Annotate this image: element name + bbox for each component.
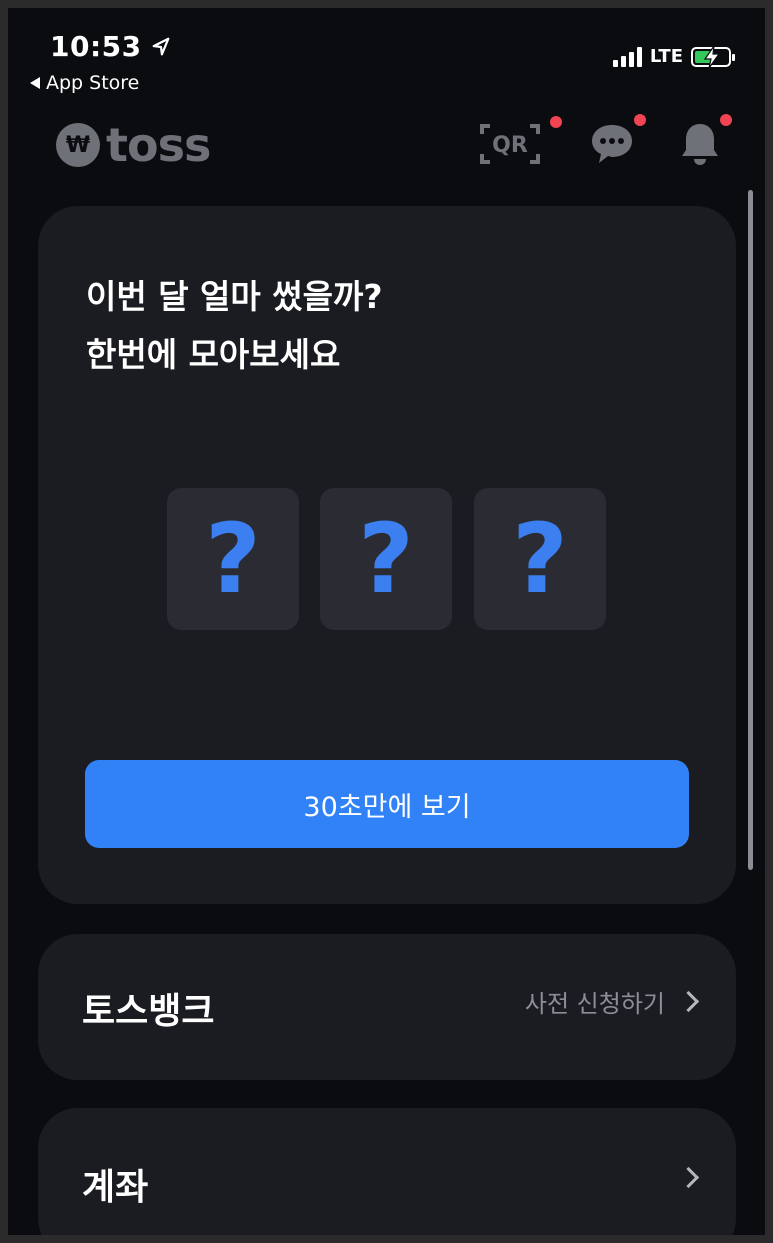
- question-tile: ?: [474, 488, 606, 630]
- chat-notification-dot: [634, 114, 646, 126]
- battery-icon: [691, 45, 735, 68]
- card-title-line2: 한번에 모아보세요: [86, 335, 341, 374]
- qr-scan-icon: QR: [480, 124, 540, 164]
- location-arrow-icon: [152, 37, 170, 55]
- scrollbar[interactable]: [748, 190, 753, 870]
- chat-button[interactable]: [580, 114, 646, 170]
- status-indicators: LTE: [612, 45, 735, 68]
- pre-apply-link[interactable]: 사전 신청하기: [525, 984, 702, 1019]
- view-in-30s-button[interactable]: 30초만에 보기: [85, 760, 689, 848]
- toss-logo: ₩ toss: [56, 118, 211, 172]
- network-type: LTE: [649, 46, 683, 67]
- account-row[interactable]: 계좌: [38, 1108, 736, 1235]
- won-logo-icon: ₩: [56, 123, 100, 167]
- qr-notification-dot: [550, 116, 562, 128]
- back-arrow-icon: [30, 77, 40, 89]
- phone-screen: 10:53 App Store LTE ₩ toss QR 이번 달 얼마 썼을…: [0, 0, 773, 1243]
- pre-apply-label: 사전 신청하기: [524, 990, 665, 1018]
- back-to-app-store[interactable]: App Store: [30, 72, 139, 94]
- chat-icon: [592, 125, 632, 163]
- time-text: 10:53: [50, 30, 142, 63]
- account-open-link[interactable]: [677, 1166, 702, 1189]
- status-time: 10:53: [50, 30, 172, 63]
- bell-icon: [682, 124, 718, 165]
- account-row-title: 계좌: [82, 1167, 149, 1208]
- back-label: App Store: [46, 72, 140, 94]
- notifications-button[interactable]: [668, 114, 732, 170]
- bank-row-title: 토스뱅크: [82, 991, 215, 1032]
- card-title: 이번 달 얼마 썼을까? 한번에 모아보세요: [86, 268, 383, 384]
- charging-bolt-icon: [703, 45, 721, 68]
- toss-bank-row[interactable]: 토스뱅크 사전 신청하기: [38, 934, 736, 1080]
- signal-icon: [612, 46, 642, 67]
- spending-summary-card[interactable]: 이번 달 얼마 썼을까? 한번에 모아보세요 ? ? ? 30초만에 보기: [38, 206, 736, 904]
- chevron-right-icon: [677, 1166, 700, 1189]
- bell-notification-dot: [720, 114, 732, 126]
- chevron-right-icon: [677, 990, 700, 1013]
- qr-scan-button[interactable]: QR: [478, 116, 562, 170]
- svg-text:QR: QR: [492, 133, 528, 158]
- question-tile: ?: [320, 488, 452, 630]
- card-title-line1: 이번 달 얼마 썼을까?: [86, 277, 383, 316]
- question-tile: ?: [167, 488, 299, 630]
- logo-text: toss: [106, 118, 211, 172]
